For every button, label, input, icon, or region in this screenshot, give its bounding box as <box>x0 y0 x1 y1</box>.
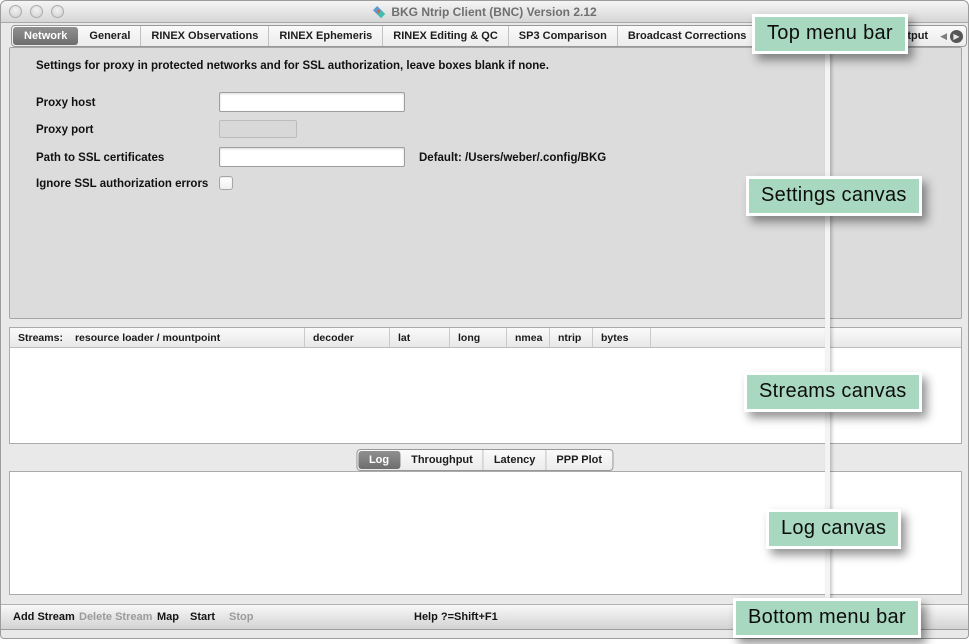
tab-throughput[interactable]: Throughput <box>401 450 484 470</box>
annotation-log-canvas: Log canvas <box>766 509 901 549</box>
scroll-left-icon[interactable]: ◀ <box>940 31 947 42</box>
streams-caption: Streams: <box>18 332 63 344</box>
settings-intro-text: Settings for proxy in protected networks… <box>36 60 549 72</box>
annotation-bottom-menu-bar: Bottom menu bar <box>733 598 921 638</box>
tab-rinex-ephemeris[interactable]: RINEX Ephemeris <box>269 26 383 46</box>
start-button[interactable]: Start <box>190 605 215 629</box>
tab-ppp-plot[interactable]: PPP Plot <box>546 450 612 470</box>
proxy-host-label: Proxy host <box>36 97 95 109</box>
ssl-path-label: Path to SSL certificates <box>36 152 164 164</box>
annotation-settings-canvas: Settings canvas <box>746 176 922 216</box>
column-header-nmea[interactable]: nmea <box>507 328 550 347</box>
stop-button: Stop <box>229 605 253 629</box>
delete-stream-button: Delete Stream <box>79 605 152 629</box>
log-tab-bar: Log Throughput Latency PPP Plot <box>356 449 613 471</box>
column-header-mountpoint[interactable]: Streams: resource loader / mountpoint <box>10 328 305 347</box>
column-header-long[interactable]: long <box>450 328 507 347</box>
proxy-port-input <box>219 120 297 138</box>
column-header-decoder[interactable]: decoder <box>305 328 390 347</box>
column-header-lat[interactable]: lat <box>390 328 450 347</box>
mountpoint-header-label: resource loader / mountpoint <box>75 332 220 344</box>
help-shortcut-text: Help ?=Shift+F1 <box>414 605 498 629</box>
column-header-ntrip[interactable]: ntrip <box>550 328 593 347</box>
tab-broadcast-corrections[interactable]: Broadcast Corrections <box>618 26 758 46</box>
scroll-right-icon[interactable]: ▶ <box>950 30 963 43</box>
tab-sp3-comparison[interactable]: SP3 Comparison <box>509 26 618 46</box>
ignore-ssl-label: Ignore SSL authorization errors <box>36 178 208 190</box>
tab-rinex-observations[interactable]: RINEX Observations <box>141 26 269 46</box>
tab-rinex-editing-qc[interactable]: RINEX Editing & QC <box>383 26 509 46</box>
window-title: BKG Ntrip Client (BNC) Version 2.12 <box>391 5 596 19</box>
tab-latency[interactable]: Latency <box>484 450 547 470</box>
annotation-top-menu-bar: Top menu bar <box>752 14 908 54</box>
tab-general[interactable]: General <box>79 26 141 46</box>
tab-scroll-buttons: ◀ ▶ <box>938 26 966 46</box>
proxy-port-label: Proxy port <box>36 124 94 136</box>
ssl-default-path-text: Default: /Users/weber/.config/BKG <box>419 152 606 164</box>
annotation-streams-canvas: Streams canvas <box>744 372 922 412</box>
streams-header-row: Streams: resource loader / mountpoint de… <box>10 328 961 348</box>
add-stream-button[interactable]: Add Stream <box>13 605 75 629</box>
column-header-filler <box>651 328 961 347</box>
map-button[interactable]: Map <box>157 605 179 629</box>
tab-log[interactable]: Log <box>358 451 400 469</box>
ignore-ssl-checkbox[interactable] <box>219 176 233 190</box>
tab-network[interactable]: Network <box>13 27 78 45</box>
bnc-app-icon <box>372 5 386 19</box>
ssl-path-input[interactable] <box>219 147 405 167</box>
proxy-host-input[interactable] <box>219 92 405 112</box>
column-header-bytes[interactable]: bytes <box>593 328 651 347</box>
